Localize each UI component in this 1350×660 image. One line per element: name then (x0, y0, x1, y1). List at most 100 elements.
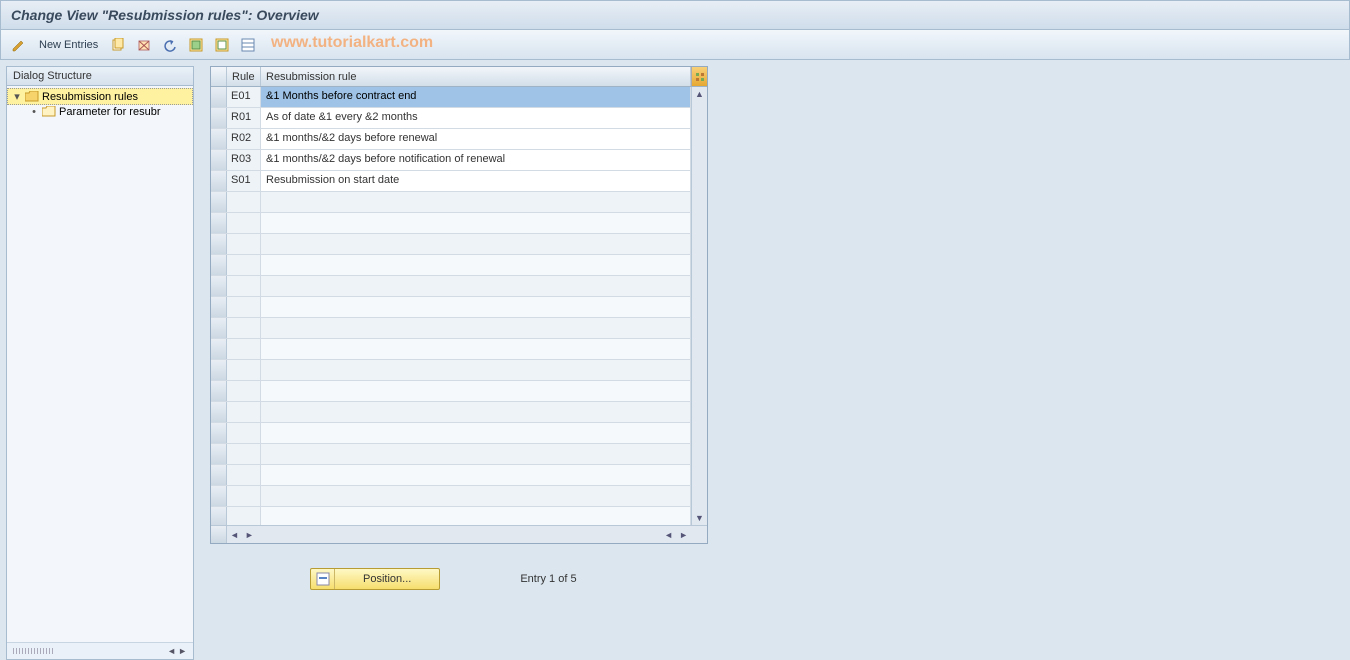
sidebar-scroll-left-icon[interactable]: ◄ (167, 646, 176, 656)
table-settings-icon[interactable] (238, 35, 258, 55)
select-all-icon[interactable] (186, 35, 206, 55)
scroll-left-end-icon[interactable]: ◄ (661, 530, 676, 540)
cell-rule[interactable]: R02 (227, 129, 261, 149)
cell-rule[interactable] (227, 465, 261, 485)
table-row[interactable] (211, 297, 691, 318)
cell-desc[interactable] (261, 318, 691, 338)
cell-rule[interactable]: E01 (227, 87, 261, 107)
cell-desc[interactable] (261, 507, 691, 525)
table-row[interactable] (211, 402, 691, 423)
cell-rule[interactable] (227, 486, 261, 506)
table-row[interactable]: R01As of date &1 every &2 months (211, 108, 691, 129)
deselect-all-icon[interactable] (212, 35, 232, 55)
table-row[interactable] (211, 213, 691, 234)
table-row[interactable] (211, 276, 691, 297)
scroll-up-icon[interactable]: ▲ (695, 87, 704, 101)
row-selector[interactable] (211, 276, 227, 296)
cell-rule[interactable] (227, 192, 261, 212)
table-config-icon[interactable] (691, 67, 707, 86)
cell-rule[interactable] (227, 213, 261, 233)
cell-desc[interactable]: Resubmission on start date (261, 171, 691, 191)
column-selector[interactable] (211, 67, 227, 86)
row-selector[interactable] (211, 486, 227, 506)
table-row[interactable] (211, 318, 691, 339)
cell-rule[interactable] (227, 360, 261, 380)
cell-rule[interactable] (227, 423, 261, 443)
horizontal-scrollbar[interactable]: ◄ ► ◄ ► (211, 525, 707, 543)
table-row[interactable]: S01Resubmission on start date (211, 171, 691, 192)
cell-desc[interactable] (261, 444, 691, 464)
row-selector[interactable] (211, 192, 227, 212)
cell-rule[interactable]: R01 (227, 108, 261, 128)
scroll-right-icon[interactable]: ► (676, 530, 691, 540)
cell-desc[interactable] (261, 234, 691, 254)
table-row[interactable] (211, 444, 691, 465)
row-selector[interactable] (211, 108, 227, 128)
row-selector[interactable] (211, 213, 227, 233)
cell-rule[interactable] (227, 444, 261, 464)
table-row[interactable] (211, 465, 691, 486)
cell-desc[interactable] (261, 213, 691, 233)
scroll-right-inner-icon[interactable]: ► (242, 530, 257, 540)
cell-desc[interactable] (261, 297, 691, 317)
table-row[interactable] (211, 381, 691, 402)
table-row[interactable]: R03&1 months/&2 days before notification… (211, 150, 691, 171)
edit-icon[interactable] (9, 35, 29, 55)
table-row[interactable] (211, 234, 691, 255)
row-selector[interactable] (211, 297, 227, 317)
row-selector[interactable] (211, 150, 227, 170)
cell-desc[interactable] (261, 276, 691, 296)
cell-desc[interactable] (261, 192, 691, 212)
cell-rule[interactable]: R03 (227, 150, 261, 170)
copy-icon[interactable] (108, 35, 128, 55)
table-row[interactable] (211, 192, 691, 213)
cell-desc[interactable] (261, 465, 691, 485)
cell-desc[interactable] (261, 381, 691, 401)
row-selector[interactable] (211, 423, 227, 443)
cell-desc[interactable]: &1 months/&2 days before renewal (261, 129, 691, 149)
table-row[interactable] (211, 486, 691, 507)
cell-desc[interactable]: &1 months/&2 days before notification of… (261, 150, 691, 170)
row-selector[interactable] (211, 234, 227, 254)
cell-rule[interactable] (227, 255, 261, 275)
row-selector[interactable] (211, 402, 227, 422)
row-selector[interactable] (211, 507, 227, 525)
row-selector[interactable] (211, 255, 227, 275)
cell-desc[interactable] (261, 255, 691, 275)
undo-icon[interactable] (160, 35, 180, 55)
cell-rule[interactable] (227, 318, 261, 338)
cell-rule[interactable] (227, 276, 261, 296)
tree-node-resubmission-rules[interactable]: ▾ Resubmission rules (7, 88, 193, 105)
cell-desc[interactable] (261, 402, 691, 422)
row-selector[interactable] (211, 360, 227, 380)
column-header-rule[interactable]: Rule (227, 67, 261, 86)
cell-rule[interactable] (227, 507, 261, 525)
cell-desc[interactable]: &1 Months before contract end (261, 87, 691, 107)
cell-desc[interactable] (261, 360, 691, 380)
cell-rule[interactable] (227, 297, 261, 317)
row-selector[interactable] (211, 87, 227, 107)
row-selector[interactable] (211, 129, 227, 149)
table-row[interactable] (211, 423, 691, 444)
column-header-desc[interactable]: Resubmission rule (261, 67, 691, 86)
sidebar-scroll-right-icon[interactable]: ► (178, 646, 187, 656)
tree-node-parameter[interactable]: • Parameter for resubr (7, 105, 193, 119)
scroll-down-icon[interactable]: ▼ (695, 511, 704, 525)
cell-desc[interactable] (261, 423, 691, 443)
row-selector[interactable] (211, 318, 227, 338)
cell-rule[interactable] (227, 339, 261, 359)
cell-rule[interactable] (227, 234, 261, 254)
cell-rule[interactable] (227, 381, 261, 401)
row-selector[interactable] (211, 381, 227, 401)
row-selector[interactable] (211, 171, 227, 191)
cell-rule[interactable]: S01 (227, 171, 261, 191)
scroll-left-icon[interactable]: ◄ (227, 530, 242, 540)
row-selector[interactable] (211, 339, 227, 359)
position-button[interactable]: Position... (310, 568, 440, 590)
table-row[interactable]: R02&1 months/&2 days before renewal (211, 129, 691, 150)
tree-collapse-icon[interactable]: ▾ (12, 90, 22, 103)
table-row[interactable]: E01&1 Months before contract end (211, 87, 691, 108)
delete-icon[interactable] (134, 35, 154, 55)
vertical-scrollbar[interactable]: ▲ ▼ (691, 87, 707, 525)
table-row[interactable] (211, 507, 691, 525)
